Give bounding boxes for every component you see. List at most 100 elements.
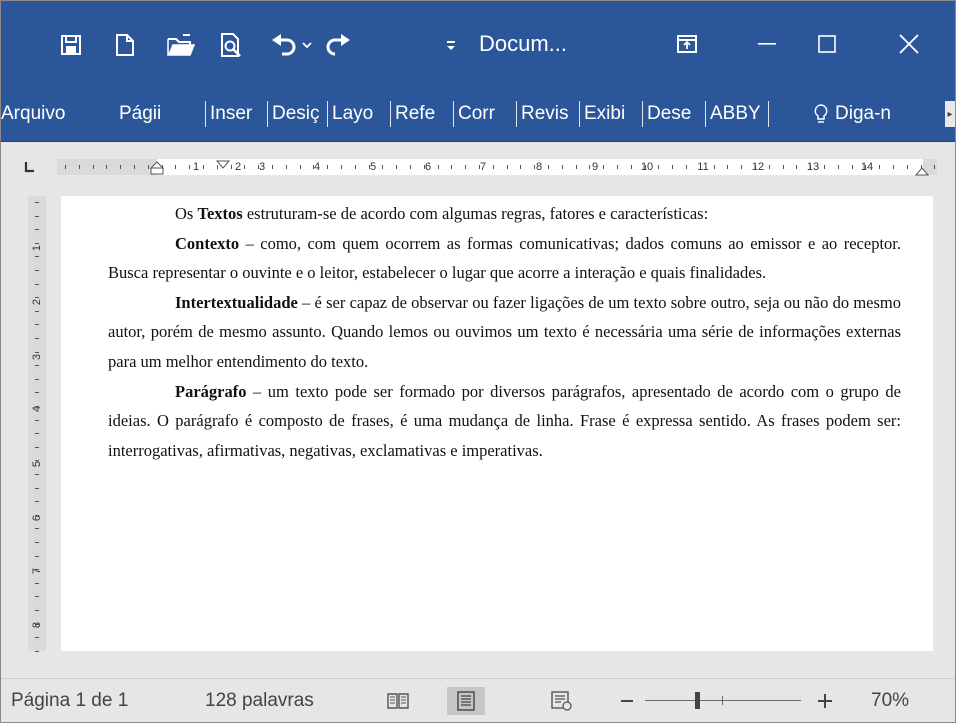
- ruler-tick: [327, 165, 328, 169]
- maximize-icon[interactable]: [799, 23, 855, 65]
- zoom-out-icon[interactable]: [619, 687, 635, 715]
- ruler-tick: [355, 165, 356, 169]
- zoom-in-icon[interactable]: [815, 687, 835, 715]
- print-preview-icon[interactable]: [213, 27, 253, 63]
- ruler-tick: [465, 165, 466, 169]
- horizontal-ruler[interactable]: 1 2 3 4 5 6 7 8 9 10 11 12 13 14: [57, 157, 937, 176]
- ruler-number: 3: [258, 161, 266, 173]
- word-count[interactable]: 128 palavras: [205, 679, 314, 722]
- ruler-tick: [35, 311, 39, 312]
- minimize-icon[interactable]: [739, 23, 795, 65]
- customize-qat-icon[interactable]: [441, 27, 461, 63]
- read-mode-icon[interactable]: [383, 687, 413, 715]
- ruler-tick: [451, 165, 452, 169]
- tab-separator: [205, 101, 206, 127]
- ruler-tick: [35, 202, 39, 203]
- ruler-tick: [35, 270, 39, 271]
- tab-separator: [516, 101, 517, 127]
- document-page[interactable]: Os Textos estruturam-se de acordo com al…: [61, 196, 933, 651]
- ruler-tick: [35, 501, 39, 502]
- ruler-tick: [35, 488, 39, 489]
- ruler-number: 2: [31, 298, 43, 306]
- tab-revisao[interactable]: Revis: [521, 87, 571, 141]
- ruler-number: 9: [591, 161, 599, 173]
- ribbon-tabs: Arquivo Págii Inser Desiç Layo Refe Corr…: [1, 87, 955, 142]
- web-layout-icon[interactable]: [547, 687, 577, 715]
- ruler-number: 8: [31, 621, 43, 629]
- tab-separator: [390, 101, 391, 127]
- save-icon[interactable]: [53, 27, 89, 63]
- ruler-tick: [35, 447, 39, 448]
- ruler-tick: [341, 165, 342, 169]
- ruler-tick: [134, 165, 135, 169]
- ruler-number: 7: [31, 567, 43, 575]
- document-body[interactable]: Os Textos estruturam-se de acordo com al…: [108, 199, 901, 465]
- tab-abbyy[interactable]: ABBY: [710, 87, 760, 141]
- ruler-tick: [35, 596, 39, 597]
- tab-inserir[interactable]: Inser: [210, 87, 259, 141]
- tell-me-label: Diga-n: [835, 103, 891, 124]
- ruler-tick: [934, 165, 935, 169]
- undo-dropdown-icon[interactable]: [299, 27, 315, 63]
- tab-selector-icon[interactable]: [21, 159, 37, 175]
- ribbon-display-options-icon[interactable]: [659, 23, 715, 65]
- first-line-indent-marker-icon[interactable]: [215, 157, 231, 175]
- ruler-number: 4: [31, 405, 43, 413]
- vertical-ruler[interactable]: 1 2 3 4 5 6 7 8: [28, 196, 46, 652]
- status-bar: Página 1 de 1 128 palavras 70%: [1, 678, 955, 722]
- redo-icon[interactable]: [321, 27, 355, 63]
- ruler-tick: [300, 165, 301, 169]
- tabs-scroll-right-icon[interactable]: ▸: [945, 101, 955, 127]
- page-count[interactable]: Página 1 de 1: [11, 679, 128, 722]
- undo-icon[interactable]: [267, 27, 301, 63]
- ruler-tick: [231, 165, 232, 169]
- ruler-number: 3: [31, 353, 43, 361]
- ruler-tick: [493, 165, 494, 169]
- ruler-tick: [824, 165, 825, 169]
- tab-layout[interactable]: Layo: [332, 87, 382, 141]
- hanging-indent-marker-icon[interactable]: [149, 159, 165, 180]
- zoom-level[interactable]: 70%: [871, 679, 909, 722]
- new-document-icon[interactable]: [107, 27, 143, 63]
- ruler-tick: [576, 165, 577, 169]
- ruler-tick: [272, 165, 273, 169]
- ruler-tick: [672, 165, 673, 169]
- zoom-slider[interactable]: [645, 692, 801, 709]
- ruler-number: 13: [806, 161, 820, 173]
- tab-exibir[interactable]: Exibi: [584, 87, 634, 141]
- ruler-tick: [189, 165, 190, 169]
- ruler-tick: [65, 165, 66, 169]
- tab-referencias[interactable]: Refe: [395, 87, 445, 141]
- tab-correspondencias[interactable]: Corr: [458, 87, 508, 141]
- ruler-tick: [727, 165, 728, 169]
- tab-arquivo[interactable]: Arquivo: [1, 87, 87, 141]
- ruler-tick: [148, 165, 149, 169]
- ruler-tick: [35, 433, 39, 434]
- ruler-tick: [838, 165, 839, 169]
- ruler-number: 7: [479, 161, 487, 173]
- ruler-tick: [520, 165, 521, 169]
- tab-separator: [327, 101, 328, 127]
- ruler-tick: [79, 165, 80, 169]
- document-title: Docum...: [479, 31, 568, 56]
- tab-design[interactable]: Desiç: [272, 87, 319, 141]
- ruler-number: 11: [697, 161, 709, 173]
- open-folder-icon[interactable]: [161, 27, 201, 63]
- tell-me-box[interactable]: Diga-n: [813, 87, 945, 141]
- tab-separator: [705, 101, 706, 127]
- zoom-slider-thumb[interactable]: [695, 692, 700, 709]
- ruler-tick: [35, 324, 39, 325]
- ruler-tick: [410, 165, 411, 169]
- ruler-tick: [35, 556, 39, 557]
- paragraph-contexto: Contexto – como, com quem ocorrem as for…: [108, 229, 901, 288]
- tab-pagina-inicial[interactable]: Págii: [119, 87, 167, 141]
- paragraph-text: estruturam-se de acordo com algumas regr…: [242, 204, 709, 223]
- ruler-tick: [35, 474, 39, 475]
- ruler-tick: [893, 165, 894, 169]
- ruler-tick: [35, 229, 39, 230]
- tab-desenvolvedor[interactable]: Dese: [647, 87, 697, 141]
- right-indent-marker-icon[interactable]: [914, 163, 930, 181]
- close-icon[interactable]: [881, 23, 937, 65]
- print-layout-icon[interactable]: [447, 687, 485, 715]
- ruler-number: 6: [424, 161, 432, 173]
